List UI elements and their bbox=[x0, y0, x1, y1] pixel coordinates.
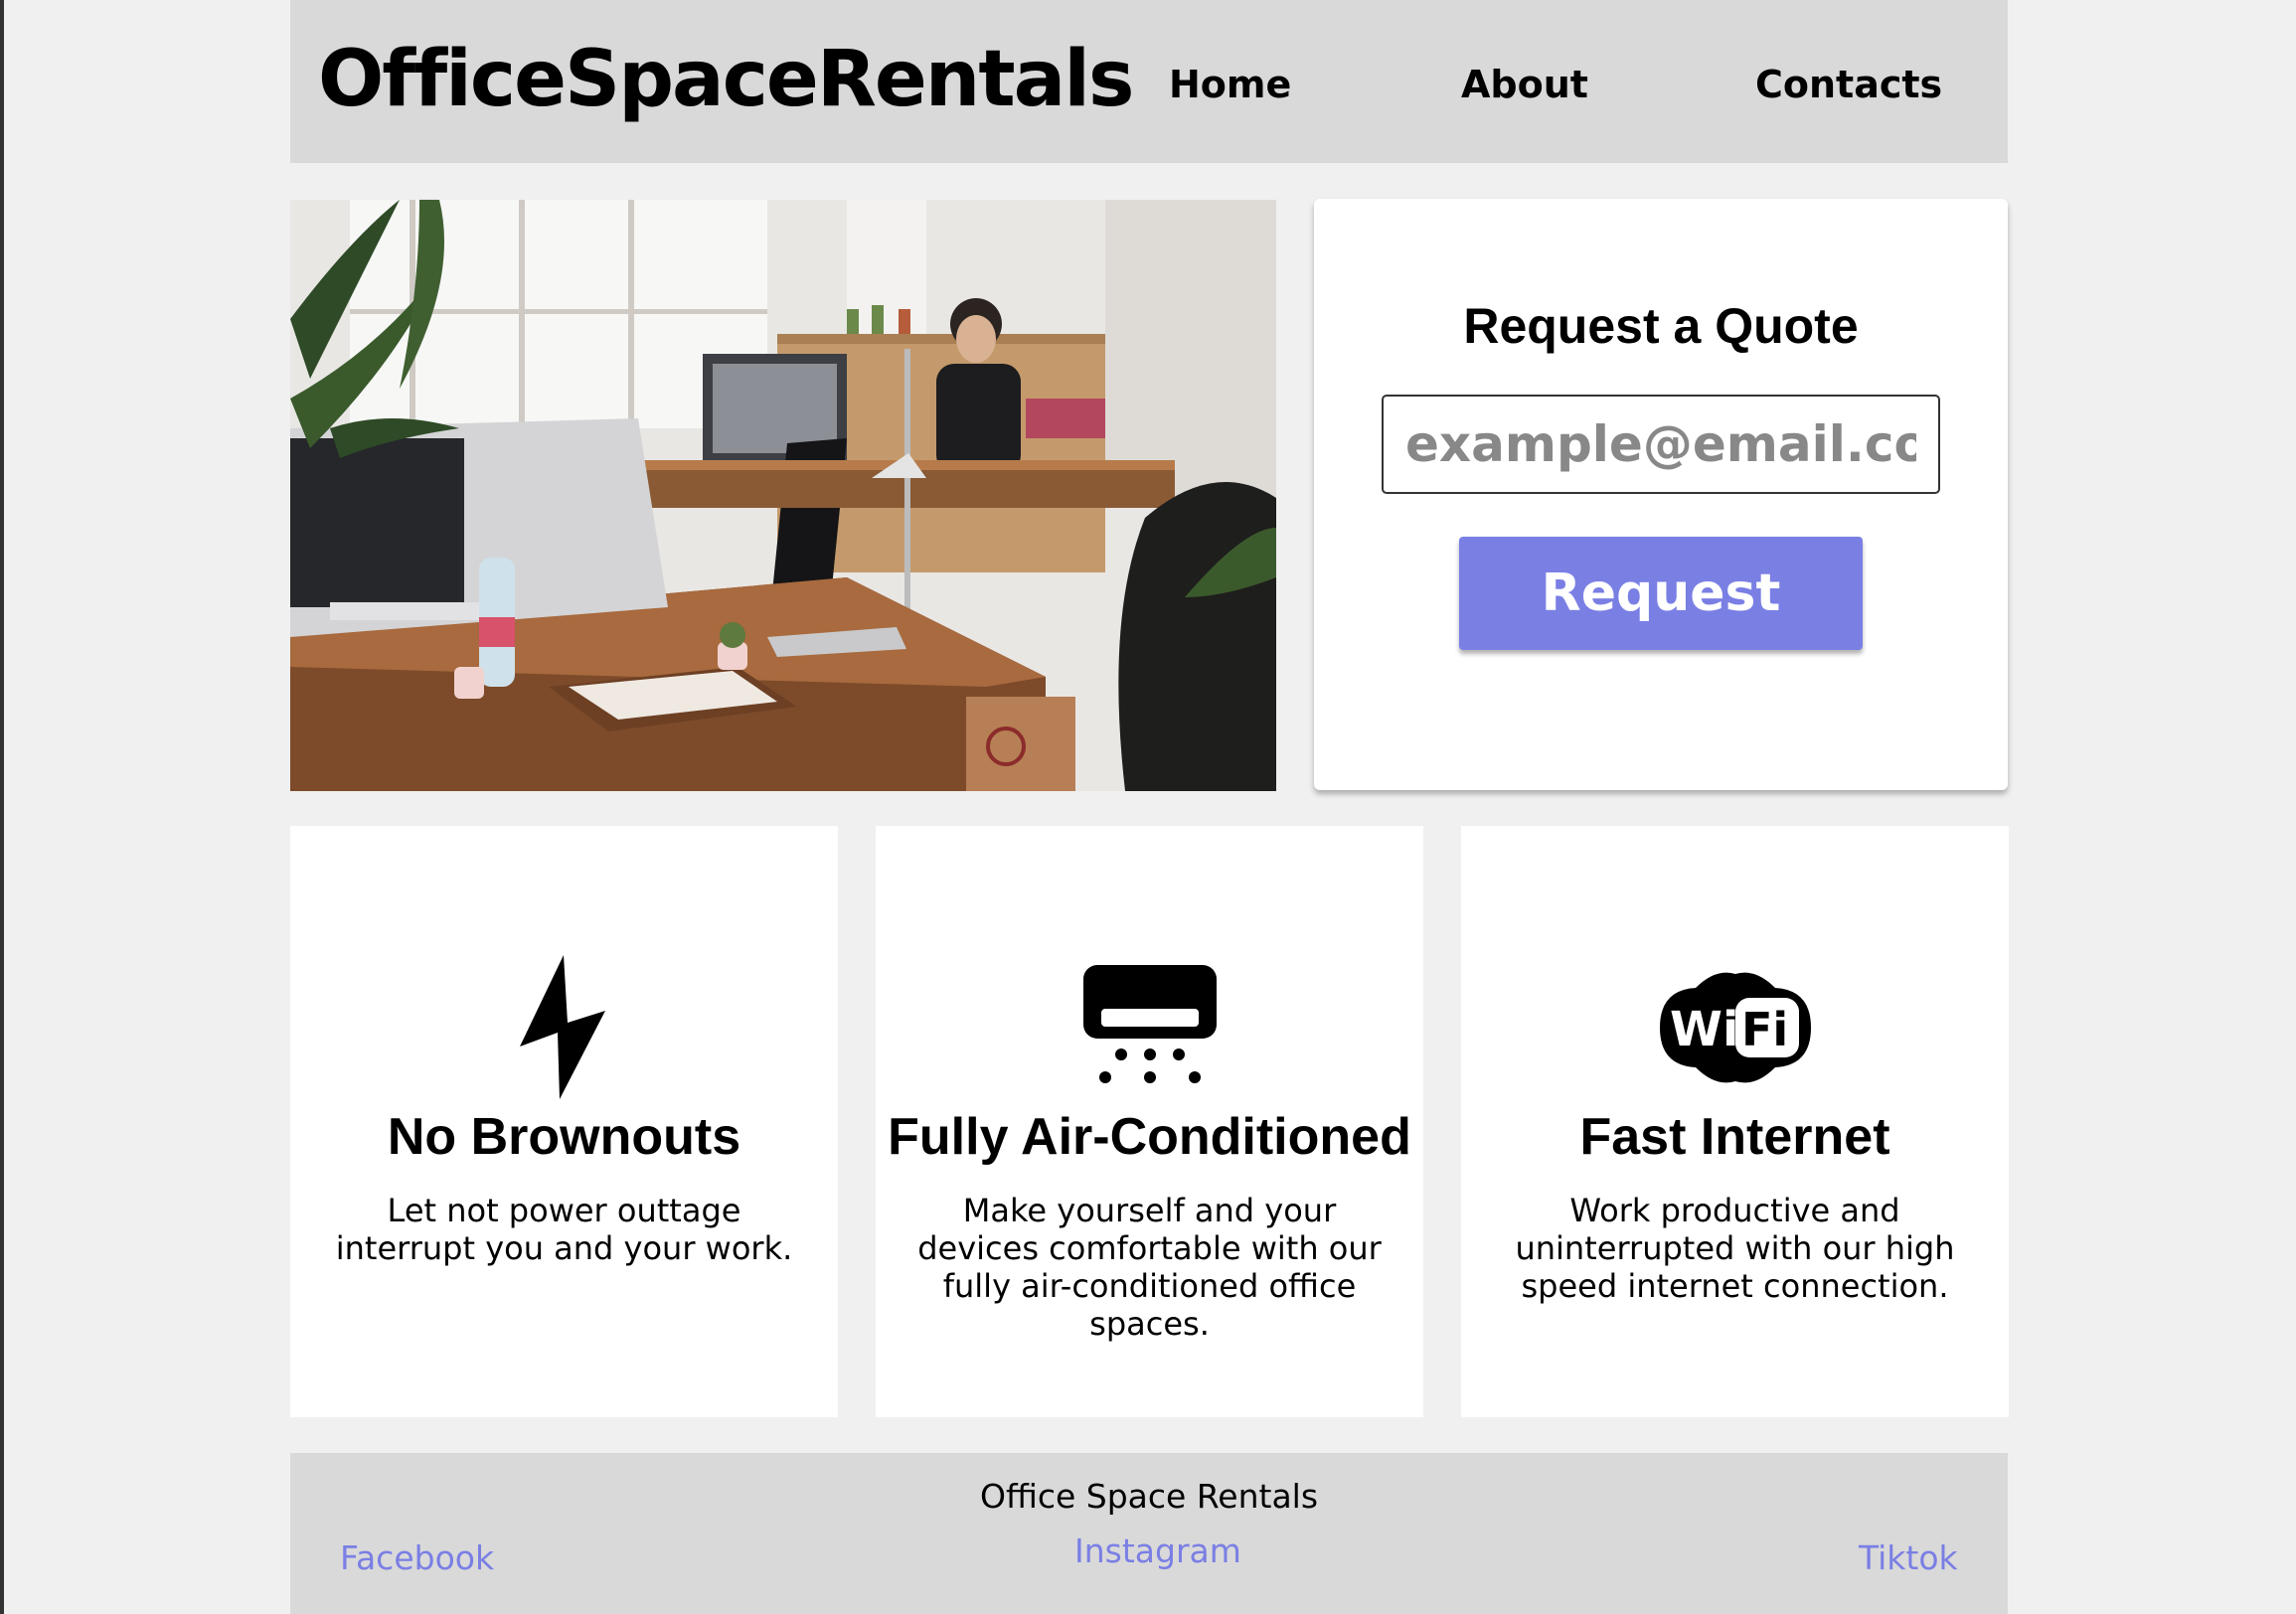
nav-about-link[interactable]: About bbox=[1461, 60, 1588, 109]
footer-title: Office Space Rentals bbox=[979, 1477, 1319, 1516]
site-header: OfficeSpaceRentals Home About Contacts bbox=[290, 0, 2008, 163]
feature-card-fast-internet: Wi Fi Fast Internet Work productive and … bbox=[1461, 826, 2009, 1417]
site-footer: Office Space Rentals Facebook Instagram … bbox=[290, 1453, 2008, 1614]
feature-card-air-conditioned: Fully Air-Conditioned Make yourself and … bbox=[876, 826, 1423, 1417]
feature-title: No Brownouts bbox=[387, 1108, 741, 1166]
feature-card-no-brownouts: No Brownouts Let not power outtage inter… bbox=[290, 826, 838, 1417]
page-container: OfficeSpaceRentals Home About Contacts R… bbox=[290, 0, 2009, 1614]
facebook-link[interactable]: Facebook bbox=[340, 1538, 494, 1578]
nav-home-link[interactable]: Home bbox=[1169, 60, 1291, 109]
svg-text:Fi: Fi bbox=[1741, 1003, 1788, 1056]
hero-office-photo bbox=[290, 200, 1276, 791]
page-left-border bbox=[0, 0, 4, 1614]
feature-description: Let not power outtage interrupt you and … bbox=[335, 1192, 793, 1267]
email-input[interactable] bbox=[1382, 395, 1940, 494]
instagram-link[interactable]: Instagram bbox=[1074, 1532, 1241, 1571]
lightning-icon bbox=[290, 955, 838, 1099]
feature-description: Work productive and uninterrupted with o… bbox=[1515, 1192, 1955, 1305]
quote-title: Request a Quote bbox=[1463, 298, 1859, 354]
feature-description: Make yourself and your devices comfortab… bbox=[917, 1192, 1382, 1343]
tiktok-link[interactable]: Tiktok bbox=[1859, 1538, 1958, 1578]
office-photo-image bbox=[290, 200, 1276, 791]
air-conditioner-icon bbox=[876, 955, 1423, 1099]
nav-contacts-link[interactable]: Contacts bbox=[1755, 60, 1942, 109]
svg-text:Wi: Wi bbox=[1670, 1002, 1738, 1057]
brand-logo[interactable]: OfficeSpaceRentals bbox=[318, 34, 1134, 125]
feature-title: Fast Internet bbox=[1579, 1108, 1890, 1166]
wifi-icon: Wi Fi bbox=[1461, 955, 2009, 1099]
feature-title: Fully Air-Conditioned bbox=[888, 1108, 1411, 1166]
quote-card: Request a Quote Request bbox=[1314, 199, 2008, 790]
request-button[interactable]: Request bbox=[1459, 537, 1863, 650]
